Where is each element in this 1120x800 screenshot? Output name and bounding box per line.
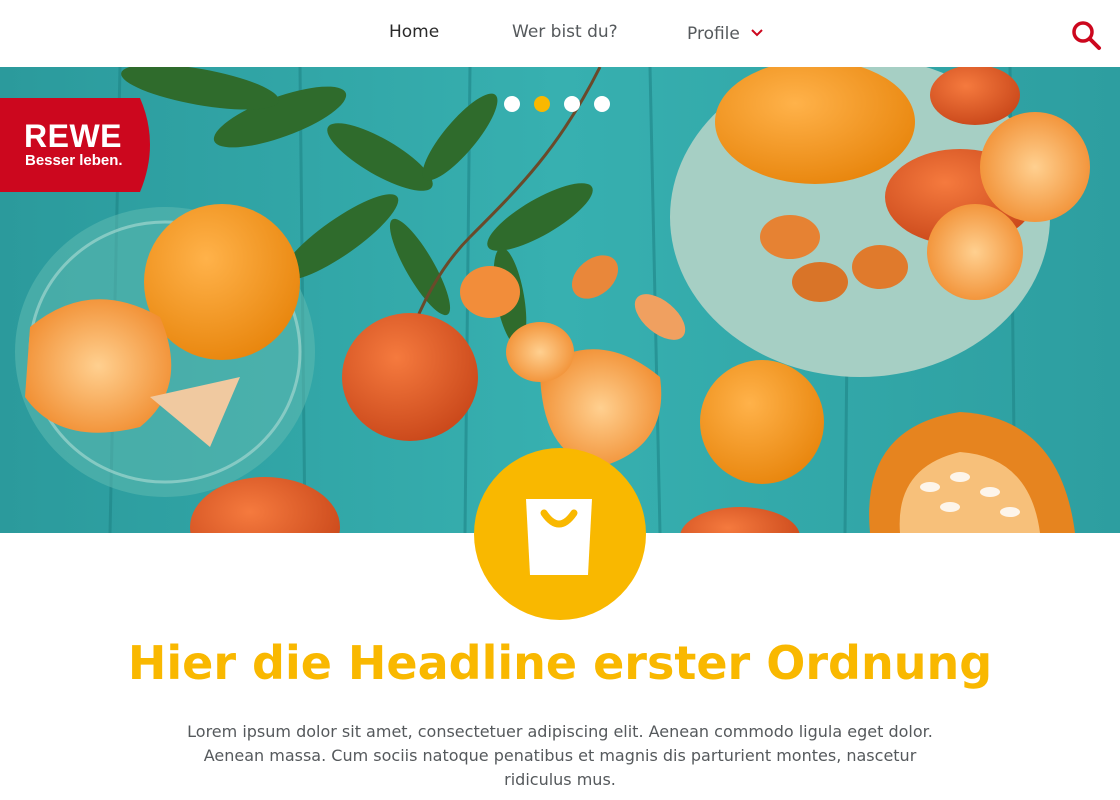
body-text: Lorem ipsum dolor sit amet, consectetuer… bbox=[187, 722, 933, 789]
nav-item-profile-label: Profile bbox=[687, 24, 740, 44]
slider-dot-3[interactable] bbox=[564, 96, 580, 112]
search-icon[interactable] bbox=[1070, 19, 1102, 51]
slider-dot-2[interactable] bbox=[534, 96, 550, 112]
nav-item-profile[interactable]: Profile bbox=[687, 22, 763, 44]
slider-dot-1[interactable] bbox=[504, 96, 520, 112]
page-headline: Hier die Headline erster Ordnung bbox=[127, 636, 993, 690]
top-navigation: Home Wer bist du? Profile bbox=[0, 0, 1120, 67]
slider-pagination bbox=[504, 96, 610, 114]
chevron-down-icon bbox=[751, 22, 763, 42]
slider-dot-4[interactable] bbox=[594, 96, 610, 112]
shopping-bag-icon bbox=[520, 491, 598, 577]
logo-subtitle: Besser leben. bbox=[25, 152, 123, 169]
nav-item-home[interactable]: Home bbox=[389, 22, 439, 42]
nav-item-wer-bist-du[interactable]: Wer bist du? bbox=[512, 22, 618, 42]
logo-title: REWE bbox=[24, 118, 122, 154]
